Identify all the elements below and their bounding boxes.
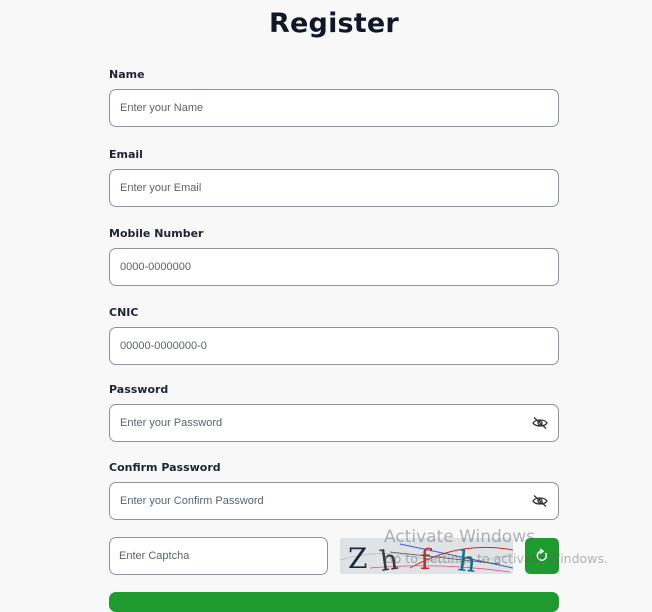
mobile-label: Mobile Number bbox=[109, 227, 204, 240]
password-input[interactable] bbox=[110, 405, 520, 441]
captcha-char-2: h bbox=[378, 543, 400, 574]
captcha-char-3: f bbox=[420, 543, 433, 574]
cnic-input-box[interactable] bbox=[109, 327, 559, 365]
email-input[interactable] bbox=[110, 170, 520, 206]
eye-off-icon[interactable] bbox=[532, 416, 548, 430]
page-title: Register bbox=[269, 8, 399, 39]
name-field-group: Name bbox=[109, 68, 559, 127]
captcha-image: Z h f h bbox=[340, 538, 513, 574]
captcha-char-1: Z bbox=[348, 542, 367, 574]
password-label: Password bbox=[109, 383, 169, 396]
captcha-char-4: h bbox=[456, 544, 477, 574]
confirm-password-input[interactable] bbox=[110, 483, 520, 519]
refresh-icon bbox=[536, 548, 548, 561]
email-field-group: Email bbox=[109, 148, 559, 207]
captcha-input-box[interactable] bbox=[109, 537, 328, 575]
confirm-password-label: Confirm Password bbox=[109, 461, 221, 474]
captcha-graphic: Z h f h bbox=[340, 542, 513, 574]
password-field-group: Password bbox=[109, 383, 559, 442]
cnic-input[interactable] bbox=[110, 328, 520, 364]
password-input-box[interactable] bbox=[109, 404, 559, 442]
cnic-label: CNIC bbox=[109, 306, 139, 319]
captcha-input[interactable] bbox=[110, 538, 319, 574]
mobile-input[interactable] bbox=[110, 249, 520, 285]
name-input[interactable] bbox=[110, 90, 520, 126]
mobile-field-group: Mobile Number bbox=[109, 227, 559, 286]
confirm-password-field-group: Confirm Password bbox=[109, 461, 559, 520]
register-submit-button[interactable] bbox=[109, 592, 559, 612]
eye-off-icon[interactable] bbox=[532, 494, 548, 508]
name-input-box[interactable] bbox=[109, 89, 559, 127]
captcha-row: Z h f h bbox=[109, 537, 559, 575]
email-input-box[interactable] bbox=[109, 169, 559, 207]
mobile-input-box[interactable] bbox=[109, 248, 559, 286]
name-label: Name bbox=[109, 68, 145, 81]
confirm-password-input-box[interactable] bbox=[109, 482, 559, 520]
captcha-refresh-button[interactable] bbox=[525, 538, 559, 574]
email-label: Email bbox=[109, 148, 143, 161]
cnic-field-group: CNIC bbox=[109, 306, 559, 365]
